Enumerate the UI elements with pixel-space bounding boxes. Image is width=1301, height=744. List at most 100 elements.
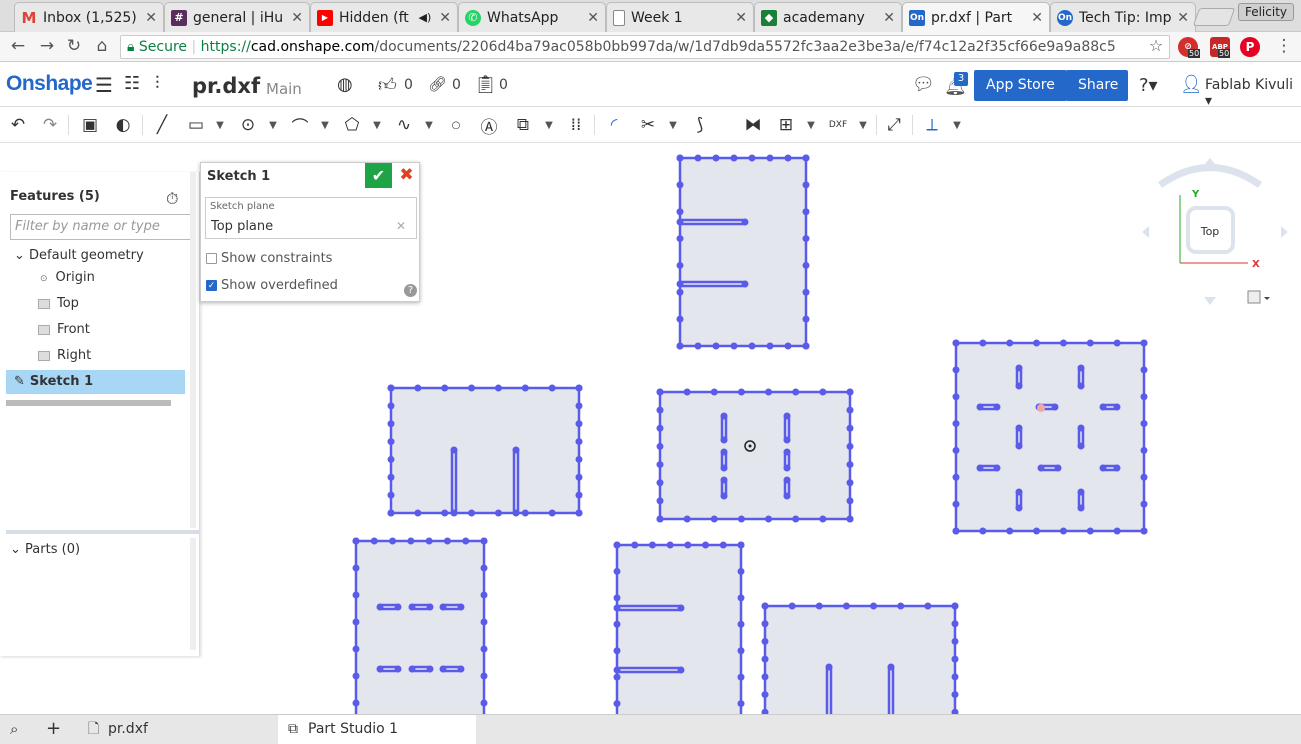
feature-list-icon[interactable]: ☷ xyxy=(124,73,140,94)
close-icon[interactable]: ✕ xyxy=(439,10,451,26)
sketch-point[interactable] xyxy=(720,464,728,472)
sketch-point[interactable] xyxy=(387,420,395,428)
sketch-point[interactable] xyxy=(952,393,960,401)
sketch-point[interactable] xyxy=(720,476,728,484)
sketch-point[interactable] xyxy=(677,604,685,612)
checkbox-checked[interactable]: ✓ xyxy=(206,280,217,291)
sketch-point[interactable] xyxy=(951,673,959,681)
document-title[interactable]: pr.dxf xyxy=(192,74,260,98)
sketch-point[interactable] xyxy=(387,509,395,517)
sketch-point[interactable] xyxy=(656,515,664,523)
close-icon[interactable]: ✕ xyxy=(883,10,895,26)
sketch-point[interactable] xyxy=(631,541,639,549)
globe-icon[interactable]: ◍ xyxy=(337,74,353,95)
sketch-point[interactable] xyxy=(613,666,621,674)
sketch-point[interactable] xyxy=(846,406,854,414)
sketch-point[interactable] xyxy=(1140,500,1148,508)
sketch-point[interactable] xyxy=(737,673,745,681)
sketch-point[interactable] xyxy=(676,280,684,288)
sketch-point[interactable] xyxy=(613,673,621,681)
sketch-point[interactable] xyxy=(352,591,360,599)
sketch-point[interactable] xyxy=(783,476,791,484)
constraint-icon[interactable]: ⟂ xyxy=(920,113,944,137)
sketch-point[interactable] xyxy=(408,603,416,611)
chevron-down-icon[interactable]: ▼ xyxy=(806,113,816,137)
sketch-point[interactable] xyxy=(1015,424,1023,432)
sketch-point[interactable] xyxy=(457,603,465,611)
dxf-import-icon[interactable]: DXF xyxy=(826,113,850,137)
sketch-point[interactable] xyxy=(494,384,502,392)
help-icon[interactable]: ? xyxy=(404,284,417,297)
sketch-point[interactable] xyxy=(548,384,556,392)
sketch-point[interactable] xyxy=(575,491,583,499)
sketch-point[interactable] xyxy=(1077,504,1085,512)
sketch-point[interactable] xyxy=(846,497,854,505)
sketch-point[interactable] xyxy=(613,594,621,602)
sketch-rectangle[interactable] xyxy=(615,543,743,714)
sketch-point[interactable] xyxy=(352,537,360,545)
sketch-point[interactable] xyxy=(676,235,684,243)
sketch-point[interactable] xyxy=(952,339,960,347)
sketch-point[interactable] xyxy=(952,420,960,428)
browser-tab-youtube[interactable]: ▶ Hidden (ft ◀) ✕ xyxy=(310,2,458,32)
tree-item-origin[interactable]: ⊙ Origin xyxy=(40,268,95,288)
sketch-point[interactable] xyxy=(1140,339,1148,347)
sketch-point[interactable] xyxy=(352,699,360,707)
text-icon[interactable]: Ⓐ xyxy=(477,113,501,138)
chevron-down-icon[interactable]: ▼ xyxy=(952,113,962,137)
sketch-point[interactable] xyxy=(676,288,684,296)
sketch-point[interactable] xyxy=(1051,403,1059,411)
sketch-point[interactable] xyxy=(684,541,692,549)
sketch-point[interactable] xyxy=(887,663,895,671)
sketch-point[interactable] xyxy=(683,388,691,396)
sketch-point[interactable] xyxy=(387,384,395,392)
cancel-x-button[interactable]: ✖ xyxy=(394,163,419,188)
sketch-point[interactable] xyxy=(677,666,685,674)
help-icon[interactable]: ?▾ xyxy=(1139,75,1158,96)
sketch-slot[interactable] xyxy=(678,280,747,288)
sketch-point[interactable] xyxy=(394,665,402,673)
sketch-point[interactable] xyxy=(613,604,621,612)
chevron-down-icon[interactable]: ▼ xyxy=(320,113,330,137)
sketch-point[interactable] xyxy=(802,342,810,350)
sketch-point[interactable] xyxy=(720,492,728,500)
sketch-point[interactable] xyxy=(1059,339,1067,347)
spline-icon[interactable]: ∿ xyxy=(392,113,416,137)
tree-item-right[interactable]: Right xyxy=(38,346,91,366)
sketch-point[interactable] xyxy=(825,663,833,671)
sketch-point[interactable] xyxy=(387,473,395,481)
undo-icon[interactable]: ↶ xyxy=(6,113,30,137)
mirror-icon[interactable]: ⧓ xyxy=(741,113,765,137)
sketch-point[interactable] xyxy=(783,464,791,472)
sketch-slot[interactable] xyxy=(450,448,458,515)
browser-tab-whatsapp[interactable]: ✆ WhatsApp ✕ xyxy=(458,2,606,32)
sketch-point[interactable] xyxy=(712,342,720,350)
chevron-down-icon[interactable]: ⌄ xyxy=(10,542,21,557)
workspace-name[interactable]: Main xyxy=(266,80,302,98)
sketch-slot[interactable] xyxy=(512,448,520,515)
sketch-point[interactable] xyxy=(952,500,960,508)
sketch-point[interactable] xyxy=(480,591,488,599)
menu-kebab-icon[interactable]: ⋮ xyxy=(1274,36,1294,56)
sketch-point[interactable] xyxy=(815,602,823,610)
sketch-point[interactable] xyxy=(846,515,854,523)
pattern-icon[interactable]: ⊞ xyxy=(774,113,798,137)
offset-icon[interactable]: ⟆ xyxy=(688,113,712,137)
sketch-point[interactable] xyxy=(676,342,684,350)
sketch-point[interactable] xyxy=(710,515,718,523)
panel-divider[interactable] xyxy=(6,530,200,534)
sketch-point[interactable] xyxy=(979,339,987,347)
browser-tab-academany[interactable]: ◆ academany ✕ xyxy=(754,2,902,32)
forward-icon[interactable]: → xyxy=(37,36,57,56)
sketch-point[interactable] xyxy=(952,446,960,454)
sketch-point[interactable] xyxy=(761,637,769,645)
sketch-point[interactable] xyxy=(719,541,727,549)
sketch-point[interactable] xyxy=(802,181,810,189)
sketch-slot[interactable] xyxy=(615,666,683,674)
sketch-point[interactable] xyxy=(480,564,488,572)
sketch-point[interactable] xyxy=(1140,527,1148,535)
sketch-plane-field[interactable]: Sketch plane Top plane ✕ xyxy=(205,197,417,239)
sketch-point[interactable] xyxy=(439,603,447,611)
sketch-point[interactable] xyxy=(376,665,384,673)
dimension-icon[interactable]: ⁞⁞ xyxy=(564,113,588,137)
